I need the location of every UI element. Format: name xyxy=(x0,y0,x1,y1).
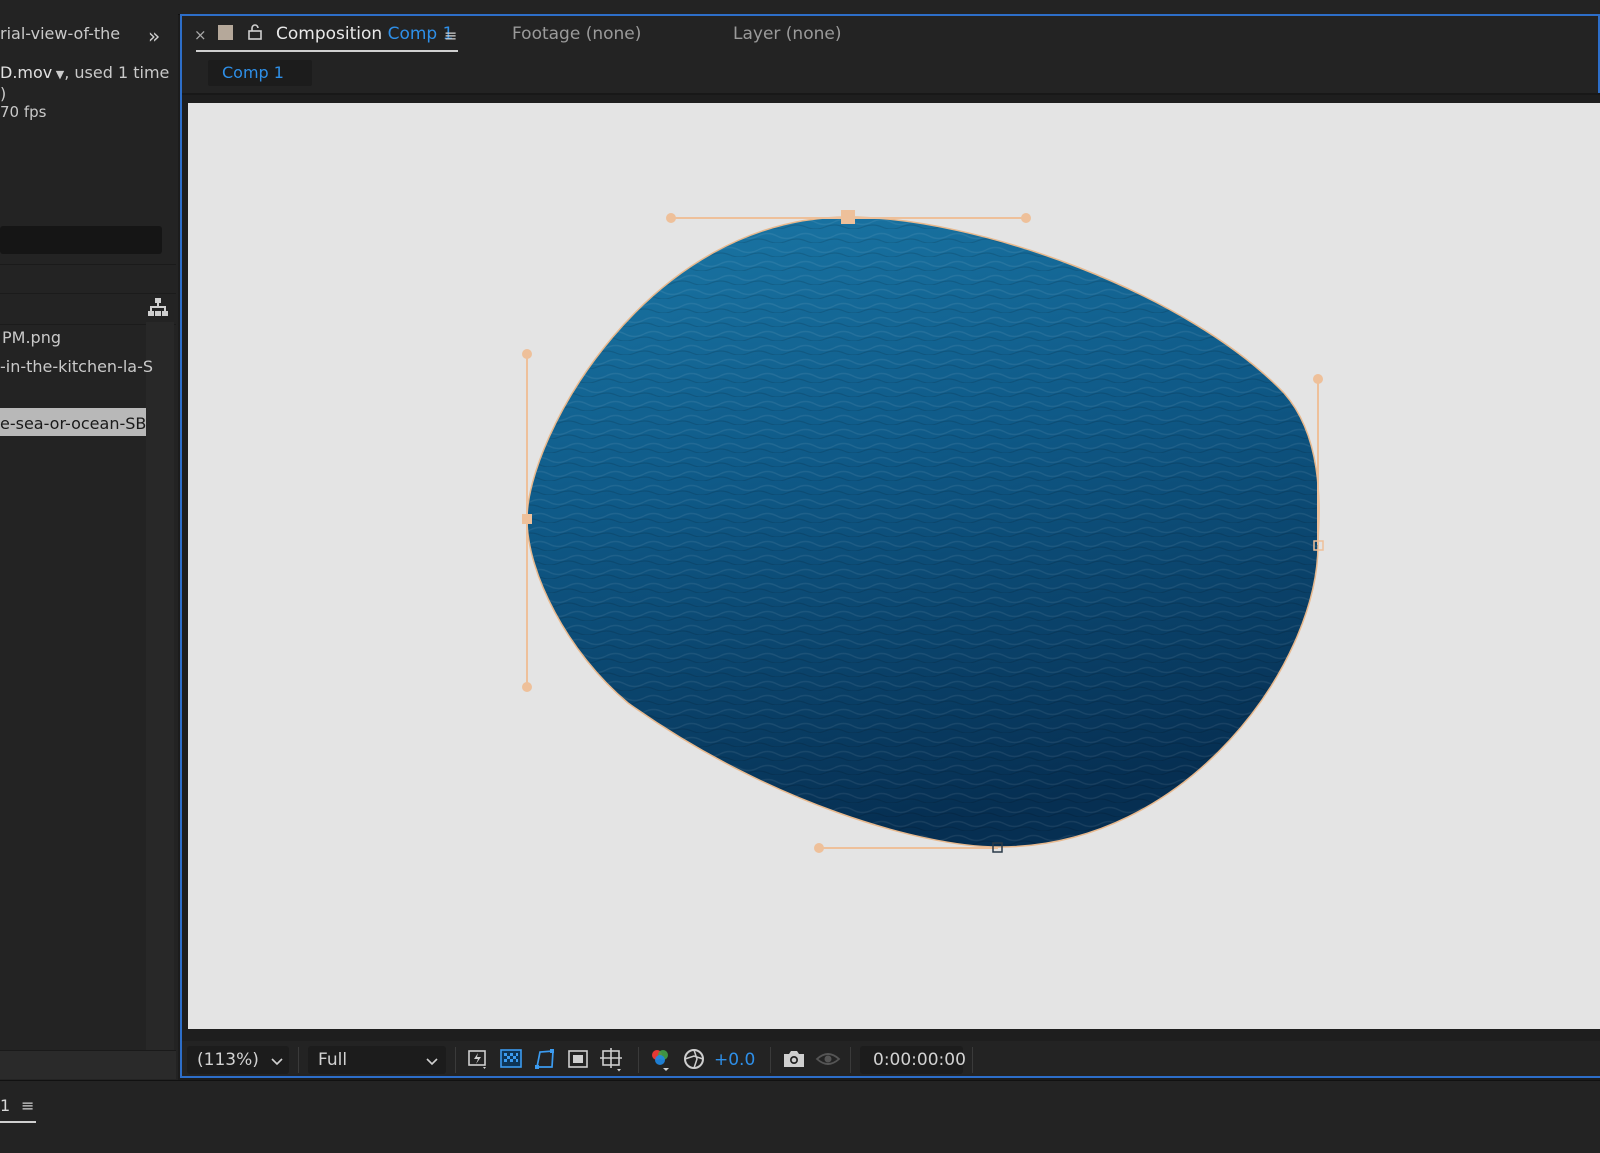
project-footer xyxy=(0,1050,176,1079)
grid-guides-icon[interactable] xyxy=(599,1047,625,1077)
close-tab-icon[interactable]: × xyxy=(194,26,207,44)
reset-exposure-icon[interactable] xyxy=(682,1047,706,1075)
zoom-value: (113%) xyxy=(197,1050,259,1070)
project-fps: 70 fps xyxy=(0,103,47,121)
timecode: 0:00:00:00 xyxy=(873,1050,966,1070)
project-list-item-label: e-sea-or-ocean-SB xyxy=(0,414,146,433)
current-time-display[interactable]: 0:00:00:00 xyxy=(860,1046,966,1074)
composition-canvas[interactable] xyxy=(188,103,1600,1029)
project-search-input[interactable] xyxy=(0,226,162,254)
mask-visibility-icon[interactable] xyxy=(533,1047,557,1075)
fast-previews-icon[interactable] xyxy=(466,1047,490,1075)
project-file-info: D.mov ▼, used 1 time xyxy=(0,63,169,82)
expand-panels-icon[interactable]: » xyxy=(148,24,160,48)
timeline-panel xyxy=(0,1080,1600,1153)
tab-composition-label: Composition xyxy=(276,24,383,44)
project-file-name[interactable]: D.mov xyxy=(0,63,52,82)
toolbar-separator xyxy=(455,1047,456,1073)
chevron-down-icon xyxy=(426,1052,438,1071)
chevron-down-icon xyxy=(271,1052,283,1071)
region-of-interest-icon[interactable] xyxy=(566,1047,590,1075)
color-channel-icon[interactable] xyxy=(648,1046,674,1078)
project-list-item[interactable]: PM.png xyxy=(2,328,61,347)
timeline-tab[interactable]: 1 xyxy=(0,1096,10,1115)
transparency-grid-icon[interactable] xyxy=(499,1047,523,1075)
project-divider xyxy=(0,264,176,265)
lock-icon[interactable] xyxy=(248,24,262,44)
timeline-tab-underline xyxy=(0,1121,36,1123)
mask-view xyxy=(522,210,1324,853)
project-item-name: rial-view-of-the xyxy=(0,24,121,43)
panel-menu-icon[interactable]: ≡ xyxy=(444,26,457,45)
used-count: , used 1 time xyxy=(64,63,170,82)
resolution-value: Full xyxy=(318,1050,348,1070)
panel-menu-icon[interactable]: ≡ xyxy=(21,1096,34,1115)
flowchart-icon[interactable] xyxy=(147,296,169,322)
project-scrollbar[interactable] xyxy=(146,322,174,1052)
tab-layer[interactable]: Layer (none) xyxy=(733,24,841,44)
camera-icon[interactable] xyxy=(781,1048,807,1074)
toolbar-separator xyxy=(770,1047,771,1073)
project-dimensions: ) xyxy=(0,84,7,103)
app-toolbar xyxy=(0,0,1600,15)
toolbar-separator xyxy=(972,1047,973,1073)
toolbar-separator xyxy=(638,1047,639,1073)
comp-subtab-label: Comp 1 xyxy=(222,63,284,82)
show-snapshot-icon[interactable] xyxy=(815,1047,841,1075)
file-dropdown-icon[interactable]: ▼ xyxy=(52,68,64,81)
tab-footage[interactable]: Footage (none) xyxy=(512,24,641,44)
tab-composition[interactable]: Composition Comp 1 xyxy=(276,24,453,44)
exposure-value[interactable]: +0.0 xyxy=(714,1050,755,1070)
active-tab-underline xyxy=(196,50,458,52)
project-list-item[interactable]: -in-the-kitchen-la-S xyxy=(0,357,153,376)
ocean-layer xyxy=(527,217,1319,848)
comp-color-swatch xyxy=(218,25,233,40)
toolbar-separator xyxy=(850,1047,851,1073)
toolbar-separator xyxy=(298,1047,299,1073)
